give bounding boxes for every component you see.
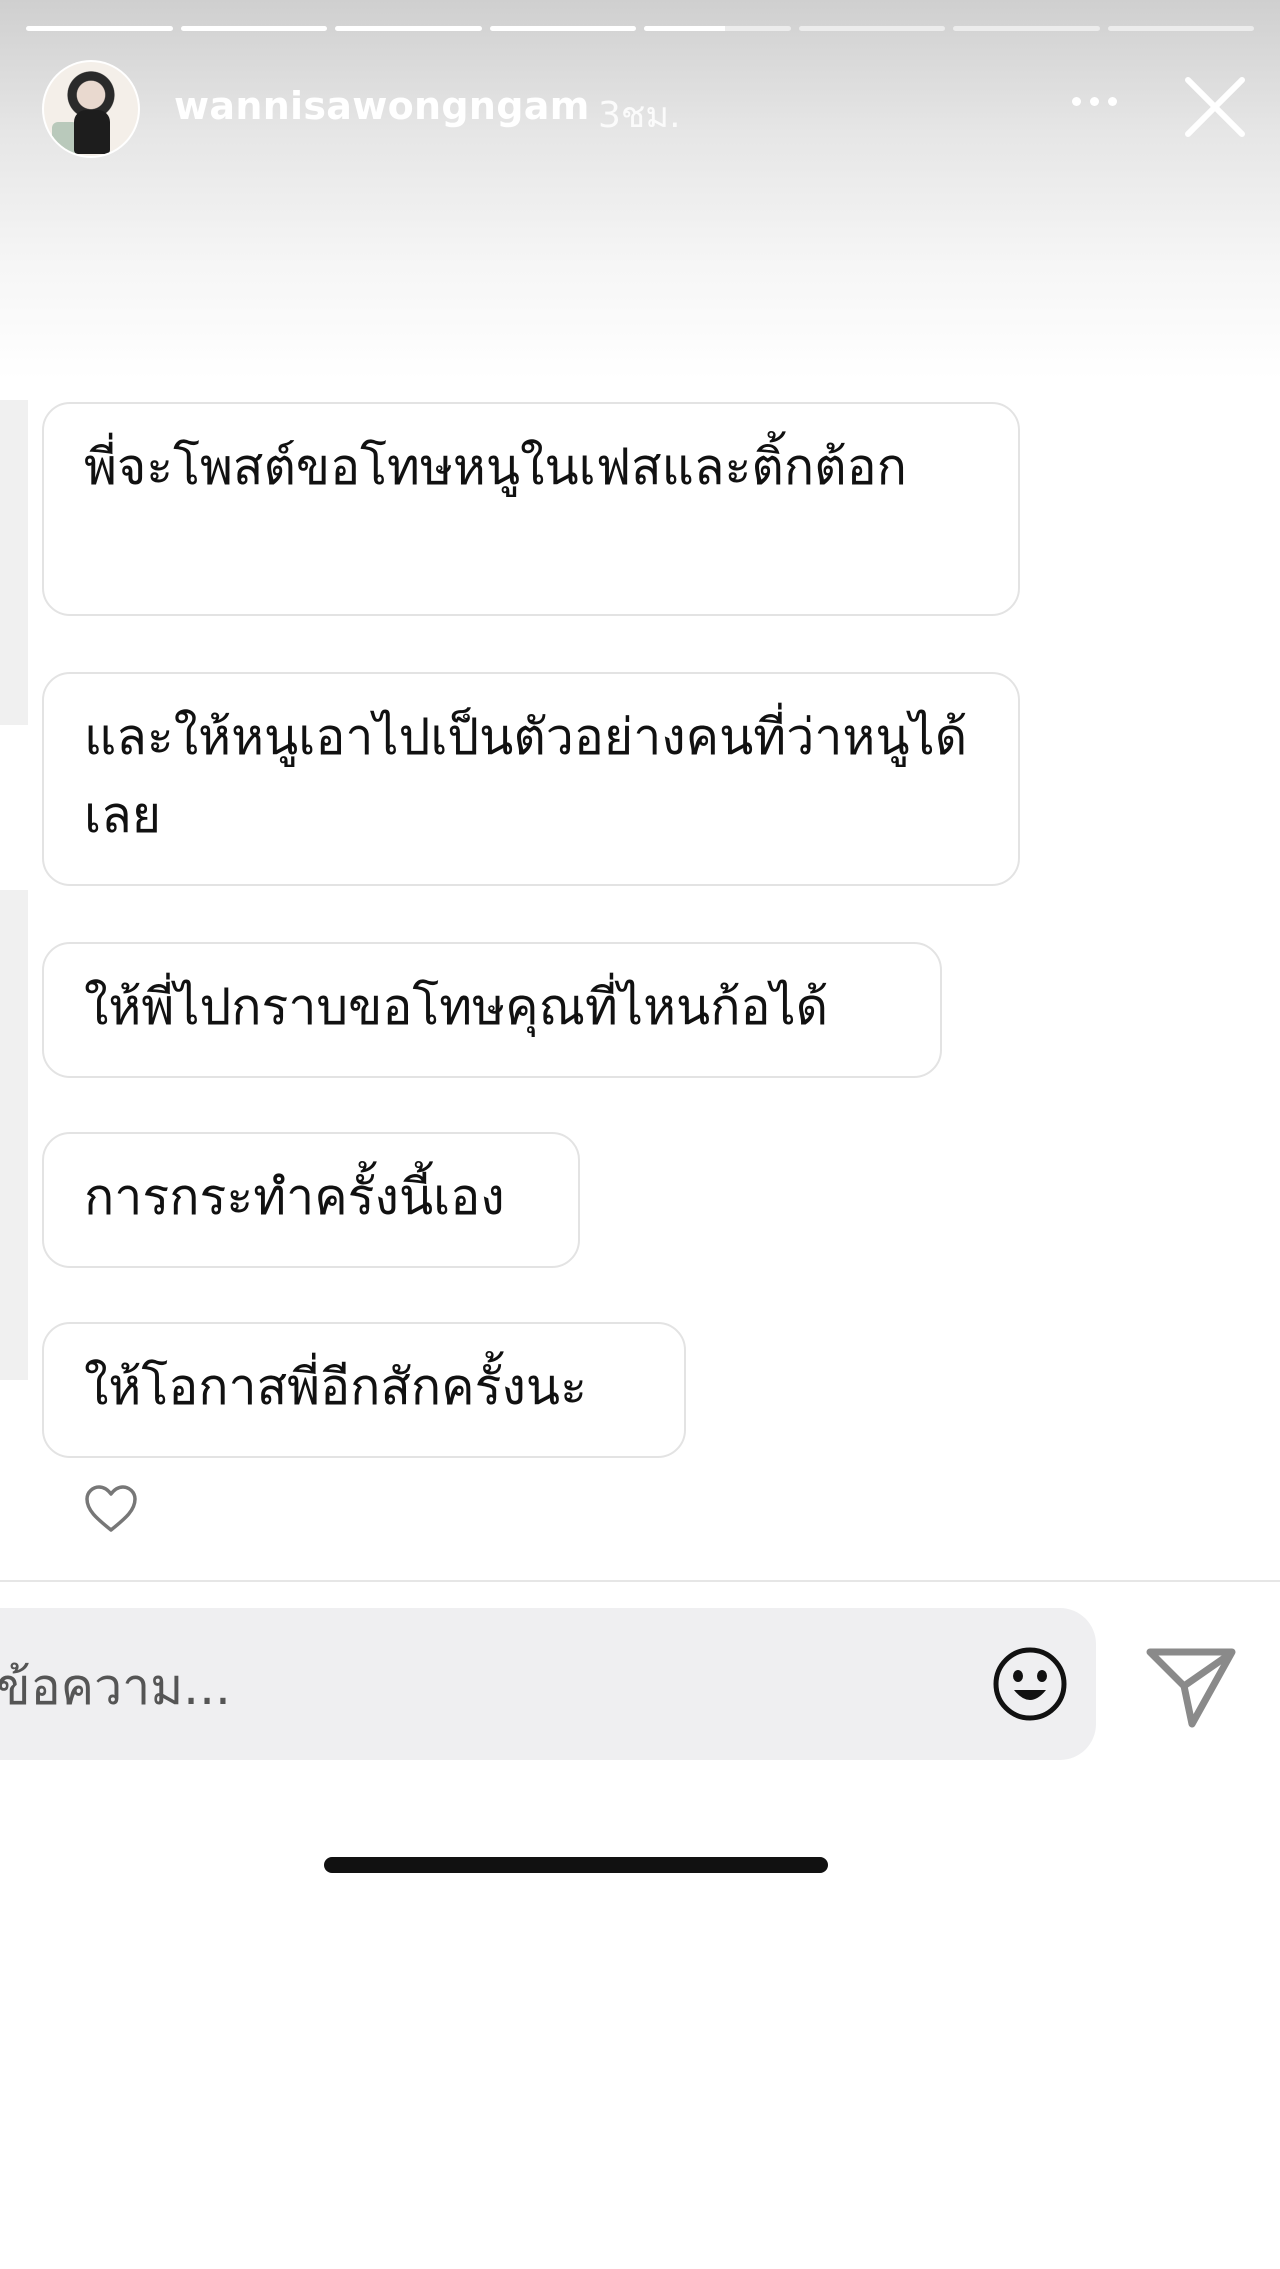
story-edge-strip xyxy=(0,400,28,1445)
message-bubble[interactable]: ให้พี่ไปกราบขอโทษคุณที่ไหนก้อได้ xyxy=(42,942,942,1078)
progress-segment xyxy=(335,26,482,31)
message-bubble[interactable]: พี่จะโพสต์ขอโทษหนูในเฟสและติ้กต้อก xyxy=(42,402,1020,616)
message-bubble[interactable]: และให้หนูเอาไปเป็นตัวอย่างคนที่ว่าหนูได้… xyxy=(42,672,1020,886)
message-bubble[interactable]: ให้โอกาสพี่อีกสักครั้งนะ xyxy=(42,1322,686,1458)
story-header: wannisawongngam 3ชม. xyxy=(0,0,1280,380)
story-timestamp: 3ชม. xyxy=(598,95,681,136)
more-horizontal-icon xyxy=(1071,96,1081,106)
heart-icon[interactable] xyxy=(84,1484,138,1534)
progress-segment xyxy=(180,26,327,31)
progress-fill xyxy=(26,26,173,31)
composer-divider xyxy=(0,1580,1280,1582)
progress-segment xyxy=(1107,26,1254,31)
emoji-icon[interactable] xyxy=(990,1644,1070,1724)
message-input-placeholder: งข้อความ... xyxy=(0,1658,231,1716)
send-icon[interactable] xyxy=(1146,1644,1236,1728)
progress-segment xyxy=(953,26,1100,31)
message-bubble[interactable]: การกระทำครั้งนี้เอง xyxy=(42,1132,580,1268)
username[interactable]: wannisawongngam xyxy=(174,84,590,128)
more-options-button[interactable] xyxy=(1064,86,1124,116)
progress-segment xyxy=(798,26,945,31)
progress-fill xyxy=(644,26,725,31)
avatar[interactable] xyxy=(42,60,140,158)
home-indicator[interactable] xyxy=(324,1857,828,1873)
progress-segment xyxy=(644,26,791,31)
story-reply-screen: wannisawongngam 3ชม. พี่จะโพสต์ขอโทษหนูใ… xyxy=(0,0,1280,2269)
progress-fill xyxy=(335,26,482,31)
progress-fill xyxy=(180,26,327,31)
progress-fill xyxy=(489,26,636,31)
progress-segment xyxy=(489,26,636,31)
story-progress-bars xyxy=(26,26,1254,32)
progress-segment xyxy=(26,26,173,31)
close-icon[interactable] xyxy=(1180,72,1250,142)
